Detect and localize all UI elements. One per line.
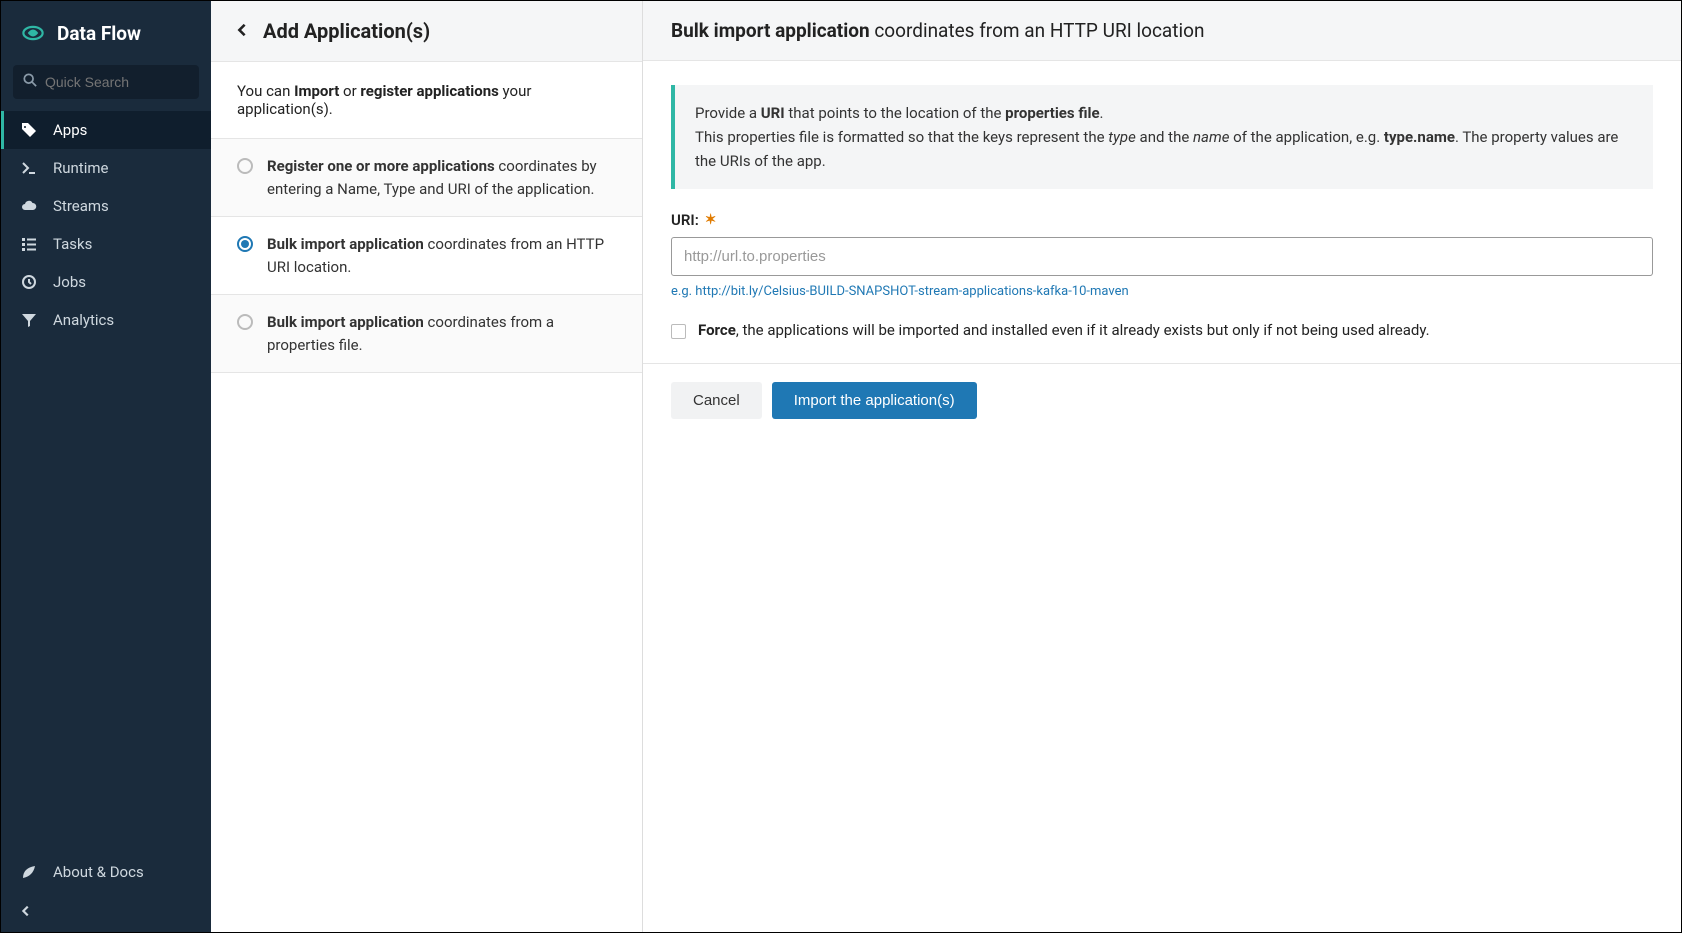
right-panel: Bulk import application coordinates from… (643, 1, 1681, 932)
sidebar-header: Data Flow (1, 1, 211, 59)
radio-list: Register one or more applications coordi… (211, 138, 642, 373)
force-bold: Force (698, 321, 736, 339)
info-line-2: This properties file is formatted so tha… (695, 125, 1633, 173)
uri-hint: e.g. http://bit.ly/Celsius-BUILD-SNAPSHO… (671, 284, 1653, 299)
nav-item-tasks[interactable]: Tasks (1, 225, 211, 263)
option-register-apps[interactable]: Register one or more applications coordi… (211, 139, 642, 217)
nav-item-analytics[interactable]: Analytics (1, 301, 211, 339)
info-box: Provide a URI that points to the locatio… (671, 85, 1653, 189)
right-header-rest: coordinates from an HTTP URI location (870, 19, 1205, 42)
t: that points to the location of the (785, 104, 1006, 122)
search-icon (23, 73, 37, 91)
info-line-1: Provide a URI that points to the locatio… (695, 101, 1633, 125)
force-rest: , the applications will be imported and … (736, 321, 1430, 339)
footer-label: About & Docs (53, 863, 144, 881)
cloud-icon (19, 198, 39, 214)
t: . (1100, 104, 1104, 122)
t: and the (1136, 128, 1193, 146)
t: of the application, e.g. (1229, 128, 1383, 146)
left-header: Add Application(s) (211, 1, 642, 62)
t: This properties file is formatted so tha… (695, 128, 1108, 146)
intro-part: or (339, 82, 360, 100)
logo-icon (19, 19, 47, 47)
uri-label: URI: ✶ (671, 211, 1653, 229)
required-star-icon: ✶ (705, 212, 717, 228)
t: type (1108, 128, 1136, 146)
nav-label: Streams (53, 197, 109, 215)
app-title: Data Flow (57, 22, 141, 45)
hint-link[interactable]: http://bit.ly/Celsius-BUILD-SNAPSHOT-str… (695, 284, 1128, 299)
footer-about-docs[interactable]: About & Docs (1, 851, 211, 893)
import-button[interactable]: Import the application(s) (772, 382, 977, 419)
right-content: Provide a URI that points to the locatio… (643, 61, 1681, 363)
right-header-bold: Bulk import application (671, 19, 870, 42)
nav-label: Analytics (53, 311, 114, 329)
collapse-sidebar-button[interactable] (1, 893, 211, 932)
nav-item-apps[interactable]: Apps (1, 111, 211, 149)
nav-item-streams[interactable]: Streams (1, 187, 211, 225)
t: type.name (1384, 128, 1455, 146)
leaf-icon (19, 864, 39, 880)
radio-icon (237, 236, 253, 252)
clock-icon (19, 274, 39, 290)
force-text: Force, the applications will be imported… (698, 321, 1430, 339)
actions-bar: Cancel Import the application(s) (643, 363, 1681, 437)
left-title: Add Application(s) (263, 19, 430, 43)
nav-label: Runtime (53, 159, 108, 177)
intro-bold: Import (294, 82, 339, 100)
option-text: Bulk import application coordinates from… (267, 233, 616, 278)
option-bold: Bulk import application (267, 235, 424, 253)
hint-prefix: e.g. (671, 284, 695, 299)
uri-input[interactable] (671, 237, 1653, 276)
intro-part: You can (237, 82, 294, 100)
force-checkbox[interactable] (671, 324, 686, 339)
prompt-icon (19, 160, 39, 176)
option-bold: Bulk import application (267, 313, 424, 331)
search-box[interactable] (13, 65, 199, 99)
filter-icon (19, 312, 39, 328)
nav-item-runtime[interactable]: Runtime (1, 149, 211, 187)
nav-list: Apps Runtime Streams Tasks Jobs Analytic… (1, 111, 211, 851)
nav-label: Tasks (53, 235, 92, 253)
option-bulk-import-file[interactable]: Bulk import application coordinates from… (211, 295, 642, 373)
cancel-button[interactable]: Cancel (671, 382, 762, 419)
option-text: Register one or more applications coordi… (267, 155, 616, 200)
radio-icon (237, 314, 253, 330)
force-row: Force, the applications will be imported… (671, 321, 1653, 339)
intro-bold: register applications (360, 82, 498, 100)
nav-label: Apps (53, 121, 87, 139)
intro-text: You can Import or register applications … (211, 62, 642, 138)
sidebar: Data Flow Apps Runtime Streams Tasks Job… (1, 1, 211, 932)
tags-icon (19, 122, 39, 138)
list-icon (19, 236, 39, 252)
option-bold: Register one or more applications (267, 157, 495, 175)
nav-label: Jobs (53, 273, 86, 291)
t: name (1193, 128, 1229, 146)
t: properties file (1005, 104, 1099, 122)
back-button[interactable] (235, 21, 249, 42)
t: URI (761, 104, 785, 122)
right-header: Bulk import application coordinates from… (643, 1, 1681, 61)
sidebar-footer: About & Docs (1, 851, 211, 932)
radio-icon (237, 158, 253, 174)
option-text: Bulk import application coordinates from… (267, 311, 616, 356)
t: Provide a (695, 104, 761, 122)
left-panel: Add Application(s) You can Import or reg… (211, 1, 643, 932)
chevron-left-icon (19, 903, 33, 922)
nav-item-jobs[interactable]: Jobs (1, 263, 211, 301)
option-bulk-import-uri[interactable]: Bulk import application coordinates from… (211, 217, 642, 295)
uri-label-text: URI: (671, 211, 699, 229)
search-input[interactable] (45, 74, 189, 90)
